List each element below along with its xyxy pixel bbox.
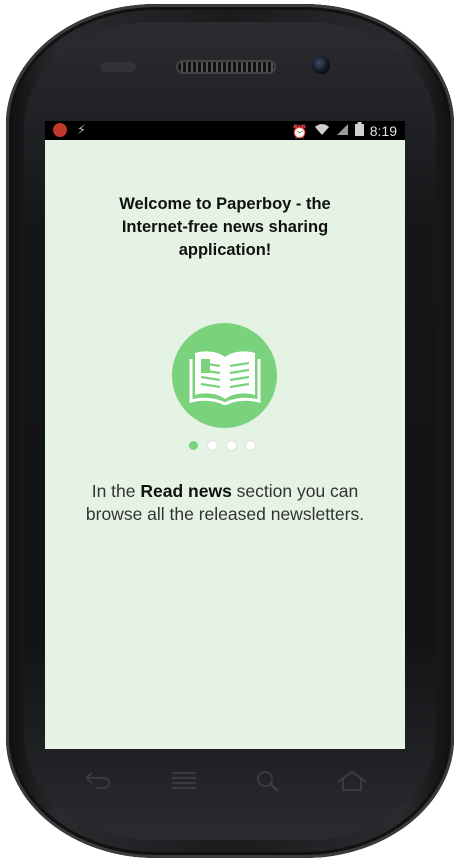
hardware-nav-keys [70, 770, 390, 800]
earpiece-speaker [176, 60, 276, 74]
welcome-line: Welcome to Paperboy - the [119, 195, 331, 213]
app-screen: ⚡ ⏰ 8:19 Welcome to Paperboy - the Inter… [45, 121, 405, 749]
signal-icon [336, 123, 349, 140]
intro-description: In the Read news section you can browse … [75, 480, 375, 526]
page-dot-1[interactable] [189, 441, 198, 450]
page-dot-2[interactable] [208, 441, 217, 450]
search-icon[interactable] [256, 770, 280, 798]
proximity-sensor [100, 62, 136, 72]
read-news-logo [172, 323, 277, 428]
desc-prefix: In the [91, 481, 141, 501]
alarm-icon: ⏰ [291, 123, 308, 139]
desc-highlight: Read news [140, 481, 232, 501]
page-dot-3[interactable] [227, 441, 236, 450]
page-indicator [189, 441, 255, 450]
record-icon [53, 123, 67, 137]
open-book-icon [189, 351, 261, 405]
usb-icon: ⚡ [77, 122, 87, 137]
page-dot-4[interactable] [246, 441, 255, 450]
welcome-line: application! [178, 241, 272, 259]
status-time: 8:19 [369, 122, 397, 139]
menu-icon[interactable] [170, 770, 198, 798]
back-icon[interactable] [82, 770, 110, 796]
welcome-line: Internet-free news sharing [121, 218, 329, 236]
front-camera [312, 56, 330, 74]
welcome-title: Welcome to Paperboy - the Internet-free … [85, 193, 365, 262]
status-bar: ⚡ ⏰ 8:19 [45, 121, 405, 140]
wifi-icon [314, 123, 330, 140]
battery-icon [354, 122, 364, 140]
home-icon[interactable] [336, 770, 368, 798]
